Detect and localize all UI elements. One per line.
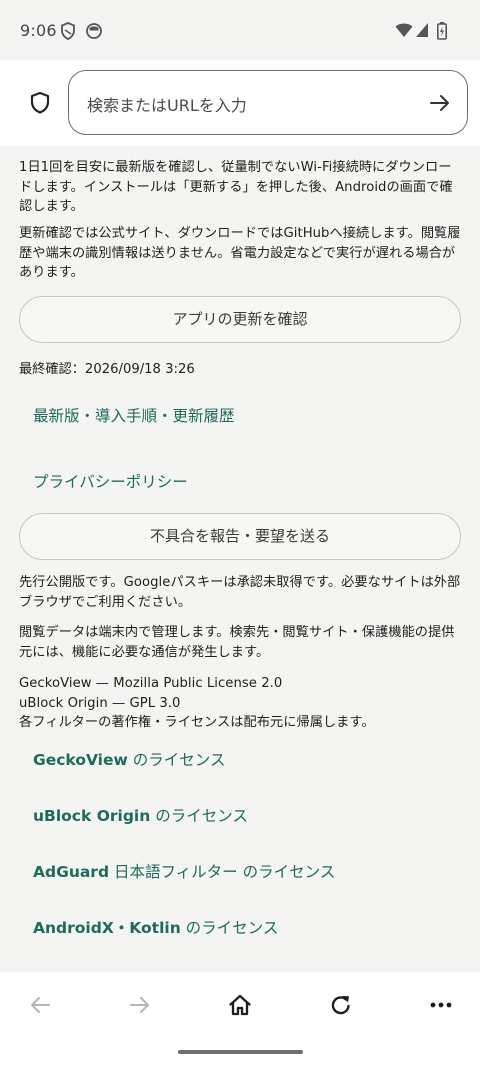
license-link-name: AdGuard <box>33 863 110 881</box>
go-arrow-icon[interactable] <box>427 90 453 116</box>
geckoview-license-link[interactable]: GeckoView のライセンス <box>33 748 225 770</box>
last-checked-text: 最終確認：2026/09/18 3:26 <box>19 362 195 377</box>
report-issue-button[interactable]: 不具合を報告・要望を送る <box>19 513 461 560</box>
gesture-nav-bar <box>0 1040 480 1067</box>
license-link-suffix: 日本語フィルター のライセンス <box>109 863 336 881</box>
androidx-kotlin-license-link[interactable]: AndroidX・Kotlin のライセンス <box>33 916 278 938</box>
url-header: 検索またはURLを入力 <box>0 60 480 146</box>
back-icon[interactable] <box>27 992 53 1018</box>
license-link-name: uBlock Origin <box>33 807 151 825</box>
update-description: 1日1回を目安に最新版を確認し、従量制でないWi-Fi接続時にダウンロードします… <box>19 160 453 214</box>
adguard-license-link[interactable]: AdGuard 日本語フィルター のライセンス <box>33 860 335 882</box>
license-line: GeckoView — Mozilla Public License 2.0 <box>19 676 283 691</box>
license-summary: GeckoView — Mozilla Public License 2.0 u… <box>19 674 464 733</box>
about-content: 1日1回を目安に最新版を確認し、従量制でないWi-Fi接続時にダウンロードします… <box>0 146 480 972</box>
more-icon[interactable] <box>428 992 454 1018</box>
license-line: uBlock Origin — GPL 3.0 <box>19 695 181 711</box>
battery-icon <box>437 22 447 44</box>
update-connection-note: 更新確認では公式サイト、ダウンロードではGitHubへ接続します。閲覧履歴や端末… <box>19 226 461 280</box>
license-link-name: GeckoView <box>33 751 128 769</box>
tracking-protection-shield-icon[interactable] <box>26 89 54 117</box>
search-input[interactable]: 検索またはURLを入力 <box>68 70 468 135</box>
license-link-suffix: のライセンス <box>150 807 248 825</box>
home-gesture-handle[interactable] <box>178 1050 303 1054</box>
license-link-name: AndroidX・Kotlin <box>33 919 181 937</box>
check-update-button[interactable]: アプリの更新を確認 <box>19 296 461 343</box>
forward-icon[interactable] <box>127 992 153 1018</box>
ublock-license-link[interactable]: uBlock Origin のライセンス <box>33 804 248 826</box>
preview-notice: 先行公開版です。Googleパスキーは承認未取得です。必要なサイトは外部ブラウザ… <box>19 575 461 610</box>
search-placeholder: 検索またはURLを入力 <box>87 96 247 115</box>
data-handling-notice: 閲覧データは端末内で管理します。検索先・閲覧サイト・保護機能の提供元には、機能に… <box>19 625 455 660</box>
vpn-shield-icon <box>60 22 76 44</box>
wifi-icon <box>395 22 413 42</box>
notification-app-icon <box>85 22 103 44</box>
cell-signal-icon <box>415 22 429 42</box>
bottom-toolbar <box>0 972 480 1040</box>
status-time: 9:06 <box>20 21 57 40</box>
license-line: 各フィルターの著作権・ライセンスは配布元に帰属します。 <box>19 715 375 730</box>
license-link-suffix: のライセンス <box>127 751 226 769</box>
license-link-suffix: のライセンス <box>180 919 279 937</box>
privacy-policy-link[interactable]: プライバシーポリシー <box>33 470 188 492</box>
latest-version-link[interactable]: 最新版・導入手順・更新履歴 <box>33 404 235 426</box>
home-icon[interactable] <box>227 992 253 1018</box>
status-bar: 9:06 <box>0 0 480 60</box>
reload-icon[interactable] <box>328 992 354 1018</box>
